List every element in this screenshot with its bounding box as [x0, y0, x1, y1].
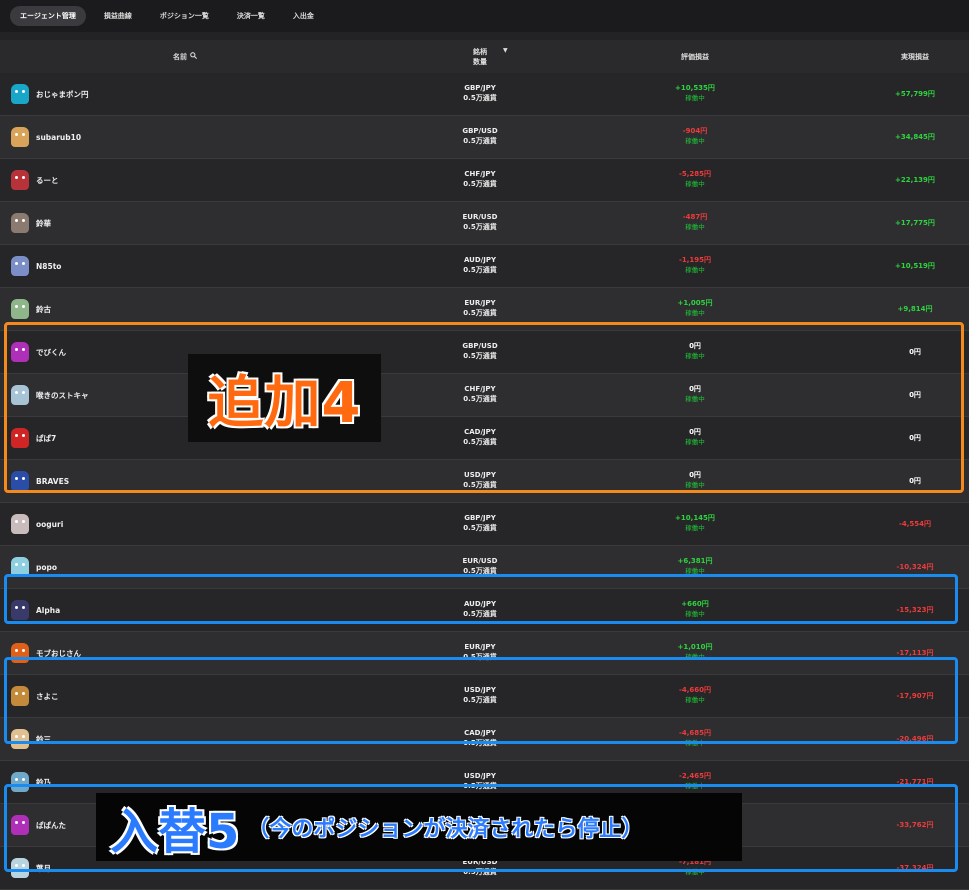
agent-name[interactable]: 鈴華 — [36, 202, 51, 244]
symbol-cell: GBP/JPY 0.5万通貨 — [440, 513, 520, 533]
symbol-cell: AUD/JPY 0.5万通貨 — [440, 255, 520, 275]
eval-cell: -487円稼働中 — [650, 212, 740, 232]
eval-cell: -1,195円 稼働中 — [650, 255, 740, 275]
symbol: AUD/JPY — [463, 256, 497, 264]
header-symbol-quantity[interactable]: 銘柄 数量 — [440, 40, 520, 73]
agent-name[interactable]: るーと — [36, 159, 59, 201]
eval-value: +10,145円 — [675, 514, 715, 522]
symbol-cell: CHF/JPY 0.5万通貨 — [440, 169, 520, 189]
symbol: CHF/JPY — [464, 170, 496, 178]
quantity: 0.5万通貨 — [463, 137, 497, 145]
annotation-added: 追加4 — [188, 354, 381, 442]
symbol-cell: EUR/JPY 0.5万通貨 — [440, 298, 520, 318]
sort-down-icon[interactable]: ▼ — [503, 47, 508, 54]
header-name[interactable]: 名前 — [90, 40, 280, 73]
status-badge: 稼働中 — [685, 309, 705, 317]
top-nav: エージェント管理 損益曲線 ポジション一覧 決済一覧 入出金 — [0, 0, 969, 32]
symbol-cell: EUR/USD 0.5万通貨 — [440, 556, 520, 576]
symbol-cell: EUR/USD 0.5万通貨 — [440, 212, 520, 232]
avatar — [11, 514, 29, 534]
tab-pnl-curve[interactable]: 損益曲線 — [94, 6, 142, 26]
header-realized[interactable]: 実現損益 — [870, 40, 960, 73]
status-badge: 稼働中 — [685, 266, 705, 274]
eval-value: +10,535円 — [675, 84, 715, 92]
avatar — [11, 170, 29, 190]
symbol: GBP/JPY — [464, 514, 496, 522]
header-eval[interactable]: 評価損益 — [650, 40, 740, 73]
symbol-cell: GBP/JPY 0.5万通貨 — [440, 83, 520, 103]
search-icon[interactable] — [190, 52, 198, 61]
agent-name[interactable]: ooguri — [36, 503, 63, 545]
table-row[interactable]: subarub10 GBP/USD 0.5万通貨 -904円稼働中 +34,845円 — [0, 116, 969, 159]
realized-value: +22,139円 — [895, 176, 935, 184]
quantity: 0.5万通貨 — [463, 309, 497, 317]
quantity: 0.5万通貨 — [463, 524, 497, 532]
tab-positions[interactable]: ポジション一覧 — [150, 6, 219, 26]
eval-value: -487円 — [682, 213, 708, 221]
tab-settlements[interactable]: 決済一覧 — [227, 6, 275, 26]
eval-cell: -904円稼働中 — [650, 126, 740, 146]
symbol: USD/JPY — [464, 772, 496, 780]
quantity: 0.5万通貨 — [463, 180, 497, 188]
realized-value: +34,845円 — [895, 133, 935, 141]
quantity: 0.5万通貨 — [463, 94, 497, 102]
annotation-swap: 入替5 （今のポジションが決済されたら停止） — [96, 793, 742, 861]
eval-cell: +10,145円 稼働中 — [650, 513, 740, 533]
eval-value: -5,285円 — [678, 170, 712, 178]
eval-cell: +6,381円 稼働中 — [650, 556, 740, 576]
agent-name[interactable]: N85to — [36, 245, 61, 287]
eval-value: -904円 — [682, 127, 708, 135]
eval-value: +6,381円 — [677, 557, 713, 565]
symbol-cell: GBP/USD 0.5万通貨 — [440, 126, 520, 146]
table-row[interactable]: おじゃまポン円 GBP/JPY 0.5万通貨 +10,535円 稼働中 +57,799円 — [0, 73, 969, 116]
status-badge: 稼働中 — [685, 223, 705, 231]
avatar — [11, 84, 29, 104]
symbol: EUR/JPY — [464, 299, 496, 307]
eval-value: +1,010円 — [677, 643, 713, 651]
realized-value: +17,775円 — [895, 219, 935, 227]
tab-deposit-withdraw[interactable]: 入出金 — [283, 6, 324, 26]
table-row[interactable]: 鈴華 EUR/USD 0.5万通貨 -487円稼働中 +17,775円 — [0, 202, 969, 245]
quantity: 0.5万通貨 — [463, 266, 497, 274]
eval-cell: +1,005円 稼働中 — [650, 298, 740, 318]
realized-value: +57,799円 — [895, 90, 935, 98]
eval-cell: -5,285円 稼働中 — [650, 169, 740, 189]
symbol: EUR/USD — [462, 557, 498, 565]
symbol: EUR/JPY — [464, 643, 496, 651]
table-row[interactable]: N85to AUD/JPY 0.5万通貨 -1,195円 稼働中 +10,519円 — [0, 245, 969, 288]
table-row[interactable]: ooguri GBP/JPY 0.5万通貨 +10,145円 稼働中 -4,554円 — [0, 503, 969, 546]
agent-name[interactable]: おじゃまポン円 — [36, 73, 89, 115]
eval-value: +1,005円 — [677, 299, 713, 307]
avatar — [11, 299, 29, 319]
status-badge: 稼働中 — [685, 180, 705, 188]
table-header: 名前 銘柄 数量 ▼ 評価損益 実現損益 — [0, 40, 969, 73]
status-badge: 稼働中 — [685, 94, 705, 102]
symbol: EUR/USD — [462, 213, 498, 221]
realized-value: +10,519円 — [895, 262, 935, 270]
avatar — [11, 256, 29, 276]
avatar — [11, 213, 29, 233]
tab-agent-management[interactable]: エージェント管理 — [10, 6, 86, 26]
highlight-swap-2 — [4, 657, 958, 744]
eval-value: -1,195円 — [678, 256, 712, 264]
symbol: GBP/JPY — [464, 84, 496, 92]
status-badge: 稼働中 — [685, 137, 705, 145]
highlight-added — [4, 322, 964, 493]
realized-value: -4,554円 — [898, 520, 932, 528]
eval-value: -2,465円 — [678, 772, 712, 780]
avatar — [11, 127, 29, 147]
eval-cell: +10,535円 稼働中 — [650, 83, 740, 103]
highlight-swap-1 — [4, 574, 958, 624]
symbol: GBP/USD — [462, 127, 498, 135]
table-row[interactable]: るーと CHF/JPY 0.5万通貨 -5,285円 稼働中 +22,139円 — [0, 159, 969, 202]
agent-name[interactable]: subarub10 — [36, 116, 81, 158]
quantity: 0.5万通貨 — [463, 223, 497, 231]
status-badge: 稼働中 — [685, 524, 705, 532]
